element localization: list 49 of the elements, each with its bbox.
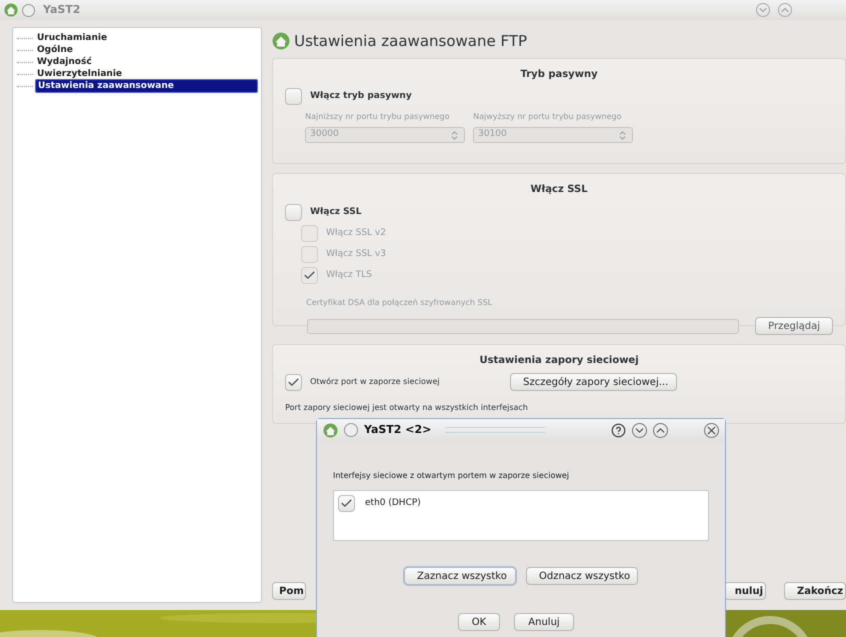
house-icon xyxy=(272,32,290,50)
field-label: Najwyższy nr portu trybu pasywnego xyxy=(473,111,623,123)
page-heading: Ustawienia zaawansowane FTP xyxy=(294,30,528,52)
house-icon xyxy=(323,422,338,438)
certificate-field[interactable] xyxy=(307,318,740,334)
minimize-button[interactable] xyxy=(632,422,647,438)
check-icon xyxy=(303,269,316,282)
interface-label: eth0 (DHCP) xyxy=(365,496,421,510)
browse-button[interactable]: Przeglądaj xyxy=(755,317,833,335)
tree-item[interactable]: Ustawienia zaawansowane xyxy=(35,79,258,93)
field-label: Najniższy nr portu trybu pasywnego xyxy=(305,111,451,123)
checkbox-label: Włącz SSL v3 xyxy=(326,248,386,261)
checkbox-label: Włącz SSL v2 xyxy=(326,226,386,240)
checkbox-label: Otwórz port w zaporze sieciowej xyxy=(310,376,441,388)
checkbox-label: Włącz SSL xyxy=(310,206,362,219)
checkbox[interactable] xyxy=(285,204,302,221)
group-title: Ustawienia zapory sieciowej xyxy=(479,354,639,368)
ok-button[interactable]: OK xyxy=(458,613,500,631)
tree-item[interactable]: Ogólne xyxy=(35,44,75,56)
tree-item[interactable]: Wydajność xyxy=(35,56,94,68)
finish-button[interactable]: Zakończ xyxy=(784,582,846,600)
firewall-details-button[interactable]: Szczegóły zapory sieciowej... xyxy=(510,373,678,391)
window-title: YaST2 xyxy=(43,2,80,18)
house-icon xyxy=(4,3,18,17)
firewall-status-text: Port zapory sieciowej jest otwarty na wszystkich interfejsach xyxy=(285,403,528,412)
group-title: Tryb pasywny xyxy=(520,68,598,82)
maximize-button[interactable] xyxy=(653,422,668,438)
bottom-button[interactable]: nuluj xyxy=(724,582,766,600)
dialog-title: YaST2 <2> xyxy=(364,422,432,438)
field-label: Certyfikat DSA dla połączeń szyfrowanych SSL xyxy=(306,298,492,307)
select-button[interactable]: Odznacz wszystko xyxy=(526,567,638,585)
menu-button[interactable] xyxy=(344,423,358,437)
checkbox[interactable] xyxy=(285,88,302,105)
cancel-button[interactable]: Anuluj xyxy=(514,613,574,631)
close-button[interactable] xyxy=(704,422,719,438)
select-button[interactable]: Zaznacz wszystko xyxy=(404,567,516,585)
checkbox[interactable] xyxy=(285,374,302,390)
list-label: Interfejsy sieciowe z otwartym portem w zaporze sieciowej xyxy=(333,471,570,480)
check-icon xyxy=(287,376,300,388)
checkbox[interactable] xyxy=(338,495,355,512)
checkbox-label: Włącz tryb pasywny xyxy=(310,90,412,103)
menu-button[interactable] xyxy=(22,4,35,16)
group-title: Włącz SSL xyxy=(530,183,588,197)
tree-item[interactable]: Uruchamianie xyxy=(35,32,110,44)
check-icon xyxy=(340,497,353,510)
help-button[interactable] xyxy=(611,422,626,438)
tree-item[interactable]: Uwierzytelnianie xyxy=(35,68,124,80)
checkbox-label: Włącz TLS xyxy=(326,268,372,282)
bottom-button[interactable]: Pom xyxy=(272,582,306,600)
